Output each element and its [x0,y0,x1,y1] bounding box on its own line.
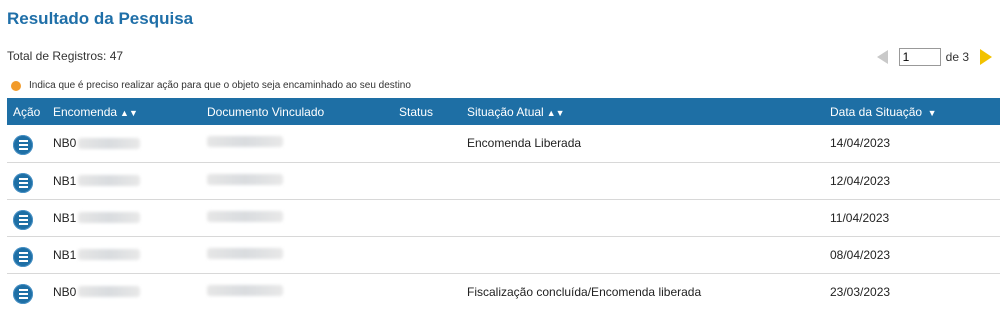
legend-text: Indica que é preciso realizar ação para … [29,80,411,91]
column-header-situacao[interactable]: Situação Atual ▲▼ [461,98,824,125]
redacted-document [207,247,283,259]
column-header-status: Status [399,104,434,119]
sort-desc-icon[interactable]: ▼ [925,108,937,118]
column-header-acao: Ação [13,104,41,119]
redacted-code [78,212,141,223]
situacao-cell: Fiscalização concluída/Encomenda liberad… [467,284,702,299]
redacted-document [207,210,283,222]
table-row: NB1 12/04/2023 [7,162,1000,199]
encomenda-code[interactable]: NB1 [53,174,76,188]
situacao-cell [461,162,824,199]
redacted-document [207,136,283,148]
data-cell: 14/04/2023 [830,136,891,151]
status-cell [393,199,461,236]
encomenda-code[interactable]: NB0 [53,136,76,150]
details-button[interactable] [13,209,33,230]
situacao-cell [461,236,824,273]
table-row: NB1 11/04/2023 [7,199,1000,236]
sort-icon[interactable]: ▲▼ [120,108,138,118]
results-table: Ação Encomenda ▲▼ Documento Vinculado Sta… [7,98,1000,309]
details-button[interactable] [13,172,33,193]
page-count: de 3 [945,50,969,64]
column-header-documento: Documento Vinculado [207,104,325,119]
legend: Indica que é preciso realizar ação para … [11,80,411,91]
redacted-code [78,286,141,298]
table-header: Ação Encomenda ▲▼ Documento Vinculado Sta… [7,98,1000,125]
data-cell: 12/04/2023 [830,173,891,188]
table-row: NB0 Encomenda Liberada 14/04/2023 [7,125,1000,162]
previous-page-icon[interactable] [876,50,888,64]
data-cell: 11/04/2023 [830,210,890,225]
situacao-cell [461,199,824,236]
total-records: Total de Registros: 47 [7,49,124,63]
encomenda-code[interactable]: NB0 [53,285,76,299]
action-required-dot-icon [11,80,21,91]
redacted-document [207,284,283,296]
page-number-input[interactable] [898,48,941,66]
table-row: NB0 Fiscalização concluída/Encomenda lib… [7,273,1000,309]
encomenda-code[interactable]: NB1 [53,248,76,262]
sort-icon[interactable]: ▲▼ [547,108,565,118]
status-cell [393,273,461,309]
situacao-cell: Encomenda Liberada [467,136,582,151]
table-row: NB1 08/04/2023 [7,236,1000,273]
details-button[interactable] [13,246,33,267]
column-header-encomenda[interactable]: Encomenda ▲▼ [47,98,201,125]
status-cell [393,162,461,199]
next-page-icon[interactable] [980,49,992,65]
details-button[interactable] [13,135,33,156]
status-cell [393,236,461,273]
redacted-document [207,173,283,185]
details-button[interactable] [13,283,33,304]
encomenda-code[interactable]: NB1 [53,211,76,225]
data-cell: 23/03/2023 [830,284,891,299]
page-title: Resultado da Pesquisa [7,9,194,28]
status-cell [393,125,461,162]
column-header-data[interactable]: Data da Situação ▼ [824,98,1000,125]
search-results-page: Resultado da Pesquisa Total de Registros… [0,0,1000,309]
data-cell: 08/04/2023 [830,247,891,262]
redacted-code [78,175,141,186]
redacted-code [78,137,141,149]
redacted-code [78,249,141,260]
pagination: de 3 [876,48,992,66]
